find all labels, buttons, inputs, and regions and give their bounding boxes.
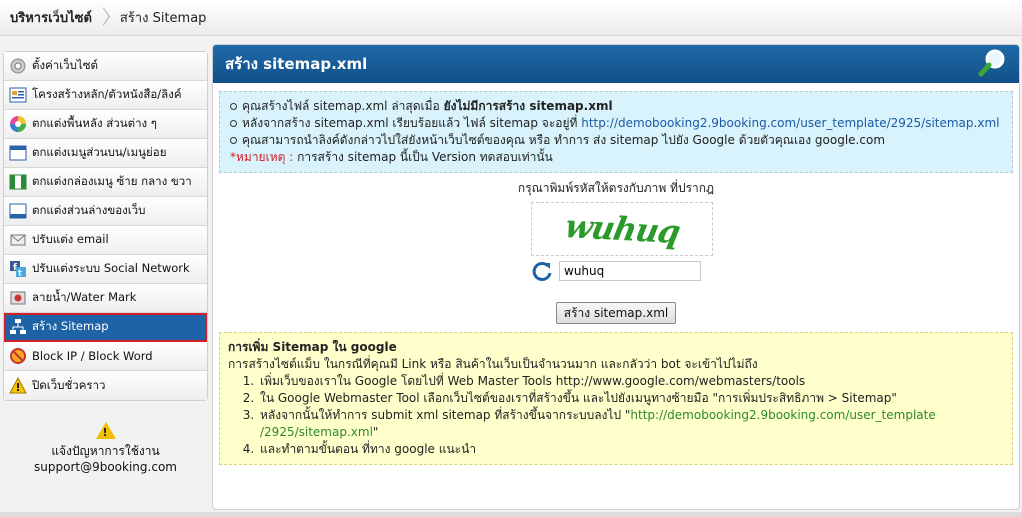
info-text: คุณสามารถนำลิงค์ดังกล่าวไปใส่ยังหน้าเว็บ… <box>242 133 886 147</box>
sidebar-item-label: ตกแต่งกล่องเมนู ซ้าย กลาง ขวา <box>32 174 192 188</box>
watermark-icon <box>8 288 28 308</box>
info-file-location: หลังจากสร้าง sitemap.xml เรียบร้อยแล้ว ไ… <box>230 115 1002 132</box>
info-note: *หมายเหตุ : การสร้าง sitemap นี้เป็น Ver… <box>230 149 1002 166</box>
help-intro: การสร้างไซต์แม็บ ในกรณีที่คุณมี Link หรื… <box>228 357 758 371</box>
breadcrumb-separator-icon <box>98 7 110 29</box>
social-network-icon: ft <box>8 259 28 279</box>
captcha-image-text: wuhuq <box>561 207 683 251</box>
breadcrumb-root[interactable]: บริหารเว็บไซต์ <box>10 7 92 28</box>
info-submit-hint: คุณสามารถนำลิงค์ดังกล่าวไปใส่ยังหน้าเว็บ… <box>230 132 1002 149</box>
info-box: คุณสร้างไฟล์ sitemap.xml ล่าสุดเมื่อ ยัง… <box>219 91 1013 173</box>
captcha-input-row <box>213 260 1019 282</box>
sidebar-item-social-network[interactable]: ft ปรับแต่งระบบ Social Network <box>4 255 207 284</box>
breadcrumb: บริหารเว็บไซต์ สร้าง Sitemap <box>0 0 1022 36</box>
help-step: ใน Google Webmaster Tool เลือกเว็บไซต์ขอ… <box>258 390 1004 407</box>
note-label: *หมายเหตุ : <box>230 150 294 164</box>
support-info: แจ้งปัญหาการใช้งาน support@9booking.com <box>3 422 208 475</box>
captcha-image: wuhuq <box>531 202 713 256</box>
sidebar-item-block[interactable]: Block IP / Block Word <box>4 342 207 371</box>
help-step-text: " <box>372 425 379 439</box>
info-text: หลังจากสร้าง sitemap.xml เรียบร้อยแล้ว ไ… <box>242 116 578 130</box>
svg-text:t: t <box>18 269 22 278</box>
help-step-text: หลังจากนั้นให้ทำการ submit xml sitemap ท… <box>260 408 631 422</box>
note-text: การสร้าง sitemap นี้เป็น Version ทดสอบเท… <box>297 150 553 164</box>
help-sitemap-link[interactable]: http://demobooking2.9booking.com/user_te… <box>630 408 935 422</box>
sidebar-item-sitemap[interactable]: สร้าง Sitemap <box>4 313 207 342</box>
sidebar-item-label: ลายน้ำ/Water Mark <box>32 290 137 304</box>
sidebar-item-label: ปรับแต่ง email <box>32 232 109 246</box>
info-status: ยังไม่มีการสร้าง sitemap.xml <box>443 99 613 113</box>
sidebar-item-label: ตั้งค่าเว็บไซต์ <box>32 58 98 72</box>
sitemap-link[interactable]: http://demobooking2.9booking.com/user_te… <box>581 116 999 130</box>
support-label: แจ้งปัญหาการใช้งาน <box>51 444 160 458</box>
sidebar-item-label: Block IP / Block Word <box>32 349 153 363</box>
create-sitemap-button[interactable]: สร้าง sitemap.xml <box>556 302 676 324</box>
sidebar-item-label: ปรับแต่งระบบ Social Network <box>32 261 190 275</box>
top-menu-icon <box>8 143 28 163</box>
sidebar-item-label: ตกแต่งส่วนล่างของเว็บ <box>32 203 146 217</box>
footer-icon <box>8 201 28 221</box>
sidebar-item-maintenance[interactable]: ปิดเว็บชั่วคราว <box>4 371 207 400</box>
info-last-created: คุณสร้างไฟล์ sitemap.xml ล่าสุดเมื่อ ยัง… <box>230 98 1002 115</box>
captcha-section: กรุณาพิมพ์รหัสให้ตรงกับภาพ ที่ปรากฎ wuhu… <box>213 179 1019 324</box>
email-icon <box>8 230 28 250</box>
settings-icon <box>8 56 28 76</box>
warning-sign-icon <box>8 376 28 396</box>
sidebar: ตั้งค่าเว็บไซต์ โครงสร้างหลัก/ตัวหนังสือ… <box>3 51 208 401</box>
structure-icon <box>8 85 28 105</box>
sidebar-item-footer[interactable]: ตกแต่งส่วนล่างของเว็บ <box>4 197 207 226</box>
help-title: การเพิ่ม Sitemap ใน google <box>228 340 397 354</box>
block-icon <box>8 346 28 366</box>
color-wheel-icon <box>8 114 28 134</box>
sidebar-item-site-settings[interactable]: ตั้งค่าเว็บไซต์ <box>4 52 207 81</box>
support-email[interactable]: support@9booking.com <box>3 459 208 475</box>
sidebar-item-watermark[interactable]: ลายน้ำ/Water Mark <box>4 284 207 313</box>
help-step: หลังจากนั้นให้ทำการ submit xml sitemap ท… <box>258 407 1004 441</box>
magnifier-icon <box>977 48 1007 78</box>
help-step: และทำตามขั้นตอน ที่ทาง google แนะนำ <box>258 441 1004 458</box>
help-sitemap-link-cont[interactable]: /2925/sitemap.xml <box>260 425 373 439</box>
captcha-input[interactable] <box>559 261 701 281</box>
bottom-bar <box>0 512 1022 517</box>
sidebar-item-structure[interactable]: โครงสร้างหลัก/ตัวหนังสือ/ลิงค์ <box>4 81 207 110</box>
info-text: คุณสร้างไฟล์ sitemap.xml ล่าสุดเมื่อ <box>242 99 440 113</box>
breadcrumb-current: สร้าง Sitemap <box>119 11 207 26</box>
sidebar-item-label: ตกแต่งพื้นหลัง ส่วนต่าง ๆ <box>32 116 157 130</box>
sidebar-item-background[interactable]: ตกแต่งพื้นหลัง ส่วนต่าง ๆ <box>4 110 207 139</box>
sidebar-item-label: โครงสร้างหลัก/ตัวหนังสือ/ลิงค์ <box>32 87 182 101</box>
sidebar-item-menu-box[interactable]: ตกแต่งกล่องเมนู ซ้าย กลาง ขวา <box>4 168 207 197</box>
sidebar-item-label: สร้าง Sitemap <box>32 319 109 333</box>
help-box: การเพิ่ม Sitemap ใน google การสร้างไซต์แ… <box>219 332 1013 465</box>
refresh-icon[interactable] <box>531 260 553 282</box>
menu-box-icon <box>8 172 28 192</box>
page-title: สร้าง sitemap.xml <box>225 55 368 73</box>
captcha-prompt: กรุณาพิมพ์รหัสให้ตรงกับภาพ ที่ปรากฎ <box>517 181 715 195</box>
sidebar-item-label: ตกแต่งเมนูส่วนบน/เมนูย่อย <box>32 145 167 159</box>
main-panel: สร้าง sitemap.xml คุณสร้างไฟล์ sitemap.x… <box>212 44 1020 510</box>
page-title-bar: สร้าง sitemap.xml <box>213 45 1019 83</box>
help-step: เพิ่มเว็บของเราใน Google โดยไปที่ Web Ma… <box>258 373 1004 390</box>
help-steps: เพิ่มเว็บของเราใน Google โดยไปที่ Web Ma… <box>228 373 1004 458</box>
sitemap-icon <box>8 317 28 337</box>
sidebar-item-label: ปิดเว็บชั่วคราว <box>32 377 106 392</box>
sidebar-item-top-menu[interactable]: ตกแต่งเมนูส่วนบน/เมนูย่อย <box>4 139 207 168</box>
sidebar-item-email[interactable]: ปรับแต่ง email <box>4 226 207 255</box>
warning-icon <box>95 422 116 441</box>
